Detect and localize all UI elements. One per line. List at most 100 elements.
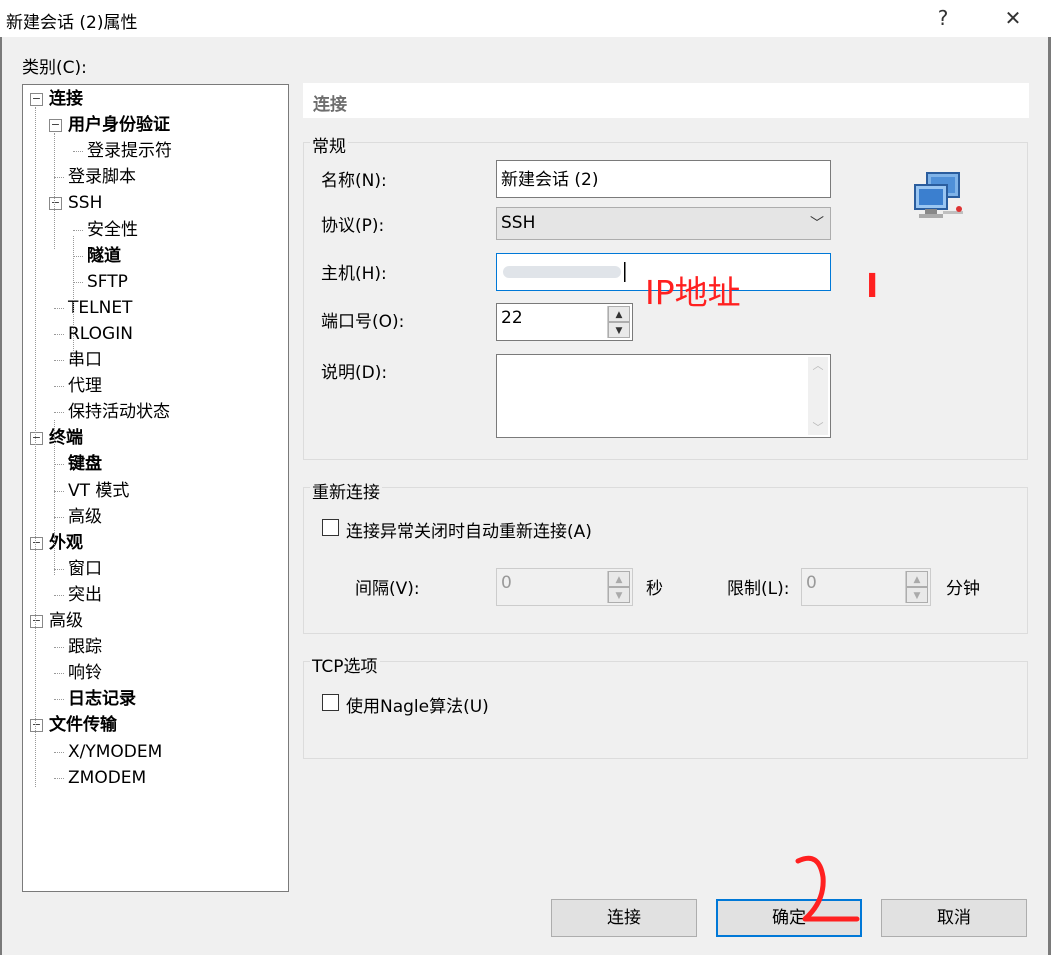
tree-collapse-icon[interactable]: − bbox=[49, 119, 62, 133]
tree-item[interactable]: TELNET bbox=[68, 297, 132, 319]
tree-connector bbox=[54, 594, 64, 596]
tree-item[interactable]: 登录提示符 bbox=[87, 140, 172, 162]
tree-connector bbox=[54, 386, 64, 388]
limit-input[interactable]: 0 ▲ ▼ bbox=[801, 568, 931, 606]
tree-connector bbox=[54, 751, 64, 753]
nagle-checkbox[interactable] bbox=[322, 694, 339, 711]
interval-unit: 秒 bbox=[646, 579, 663, 599]
spin-down-icon[interactable]: ▼ bbox=[906, 587, 928, 603]
name-label: 名称(N): bbox=[321, 171, 387, 191]
tree-collapse-icon[interactable]: − bbox=[30, 432, 43, 446]
spin-down-icon[interactable]: ▼ bbox=[608, 587, 630, 603]
auto-reconnect-checkbox[interactable] bbox=[322, 519, 339, 536]
tree-item[interactable]: 窗口 bbox=[68, 558, 102, 580]
annotation-mark-two-drawing bbox=[795, 855, 860, 922]
tree-item[interactable]: 高级 bbox=[49, 610, 83, 632]
connect-button[interactable]: 连接 bbox=[551, 899, 697, 937]
tree-collapse-icon[interactable]: − bbox=[30, 93, 43, 106]
tree-connector bbox=[54, 177, 64, 179]
annotation-mark-one: I bbox=[866, 266, 879, 305]
limit-unit: 分钟 bbox=[946, 579, 980, 599]
tree-guide-line bbox=[54, 420, 55, 575]
tree-connector bbox=[54, 464, 64, 466]
scroll-up-icon[interactable]: ︿ bbox=[808, 357, 828, 373]
limit-spinner[interactable]: ▲ ▼ bbox=[905, 571, 928, 603]
category-tree[interactable]: − 连接 − 用户身份验证 登录提示符 登录脚本 − SSH 安全性 隧道 SFTP TELNET RL… bbox=[22, 84, 289, 892]
tree-item[interactable]: 连接 bbox=[49, 88, 83, 110]
tree-collapse-icon[interactable]: − bbox=[30, 536, 43, 550]
spin-up-icon[interactable]: ▲ bbox=[608, 306, 630, 322]
cancel-button[interactable]: 取消 bbox=[881, 899, 1027, 937]
tree-collapse-icon[interactable]: − bbox=[30, 719, 43, 733]
tree-item[interactable]: SFTP bbox=[87, 271, 128, 293]
tree-collapse-icon[interactable]: − bbox=[30, 615, 43, 628]
tree-collapse-icon[interactable]: − bbox=[49, 197, 62, 211]
description-textarea[interactable]: ︿ ﹀ bbox=[496, 354, 831, 438]
tree-item[interactable]: 键盘 bbox=[68, 453, 102, 475]
reconnect-group bbox=[303, 487, 1028, 634]
name-input[interactable]: 新建会话 (2) bbox=[496, 160, 831, 198]
tree-item[interactable]: 安全性 bbox=[87, 219, 138, 241]
tree-connector bbox=[54, 490, 64, 492]
tree-item[interactable]: VT 模式 bbox=[68, 480, 129, 502]
interval-spinner[interactable]: ▲ ▼ bbox=[607, 571, 630, 603]
tree-item[interactable]: ZMODEM bbox=[68, 767, 146, 789]
auto-reconnect-label[interactable]: 连接异常关闭时自动重新连接(A) bbox=[346, 517, 592, 542]
tree-connector bbox=[73, 229, 83, 231]
tree-connector bbox=[54, 307, 64, 309]
protocol-value: SSH bbox=[501, 213, 536, 233]
tree-connector bbox=[54, 412, 64, 414]
limit-value: 0 bbox=[806, 573, 817, 593]
scroll-down-icon[interactable]: ﹀ bbox=[808, 419, 828, 435]
tcp-group-label: TCP选项 bbox=[310, 652, 380, 677]
tree-item[interactable]: 登录脚本 bbox=[68, 166, 136, 188]
spin-down-icon[interactable]: ▼ bbox=[608, 322, 630, 338]
tree-item[interactable]: 用户身份验证 bbox=[68, 114, 170, 136]
protocol-select[interactable]: SSH ﹀ bbox=[496, 207, 831, 240]
spin-up-icon[interactable]: ▲ bbox=[608, 571, 630, 587]
interval-label: 间隔(V): bbox=[355, 579, 420, 599]
tree-item[interactable]: 保持活动状态 bbox=[68, 401, 170, 423]
chevron-down-icon: ﹀ bbox=[810, 216, 824, 232]
port-label: 端口号(O): bbox=[321, 312, 405, 332]
spin-up-icon[interactable]: ▲ bbox=[906, 571, 928, 587]
close-button[interactable]: ✕ bbox=[978, 0, 1048, 37]
title-bar bbox=[0, 0, 1051, 37]
description-scrollbar[interactable]: ︿ ﹀ bbox=[808, 357, 828, 435]
panel-header bbox=[303, 83, 1029, 118]
panel-header-title: 连接 bbox=[313, 95, 347, 115]
tree-item[interactable]: 高级 bbox=[68, 506, 102, 528]
tree-item[interactable]: 隧道 bbox=[87, 245, 121, 267]
limit-label: 限制(L): bbox=[727, 579, 790, 599]
nagle-label[interactable]: 使用Nagle算法(U) bbox=[346, 692, 489, 717]
reconnect-group-label: 重新连接 bbox=[310, 478, 382, 503]
network-computers-icon bbox=[914, 172, 963, 218]
tree-connector bbox=[54, 777, 64, 779]
interval-value: 0 bbox=[501, 573, 512, 593]
protocol-label: 协议(P): bbox=[321, 216, 385, 236]
tree-item[interactable]: RLOGIN bbox=[68, 323, 133, 345]
tree-item[interactable]: 突出 bbox=[68, 584, 102, 606]
tree-item[interactable]: 跟踪 bbox=[68, 636, 102, 658]
tree-connector bbox=[54, 673, 64, 675]
tree-connector bbox=[54, 333, 64, 335]
port-spinner[interactable]: ▲ ▼ bbox=[607, 306, 630, 338]
tree-connector bbox=[73, 255, 83, 257]
blurred-host-text bbox=[503, 262, 626, 282]
tree-item[interactable]: 响铃 bbox=[68, 662, 102, 684]
tree-item[interactable]: X/YMODEM bbox=[68, 741, 162, 763]
tree-connector bbox=[73, 151, 83, 153]
tree-connector bbox=[73, 281, 83, 283]
tree-connector bbox=[54, 568, 64, 570]
tree-item[interactable]: SSH bbox=[68, 192, 102, 214]
tree-item[interactable]: 日志记录 bbox=[68, 688, 136, 710]
port-input[interactable]: 22 ▲ ▼ bbox=[496, 303, 633, 341]
tree-connector bbox=[54, 647, 64, 649]
help-button[interactable]: ? bbox=[908, 0, 978, 37]
tree-item[interactable]: 代理 bbox=[68, 375, 102, 397]
general-group-label: 常规 bbox=[310, 132, 348, 157]
tree-connector bbox=[54, 699, 64, 701]
port-value: 22 bbox=[501, 308, 523, 328]
tree-item[interactable]: 文件传输 bbox=[49, 714, 117, 736]
interval-input[interactable]: 0 ▲ ▼ bbox=[496, 568, 633, 606]
